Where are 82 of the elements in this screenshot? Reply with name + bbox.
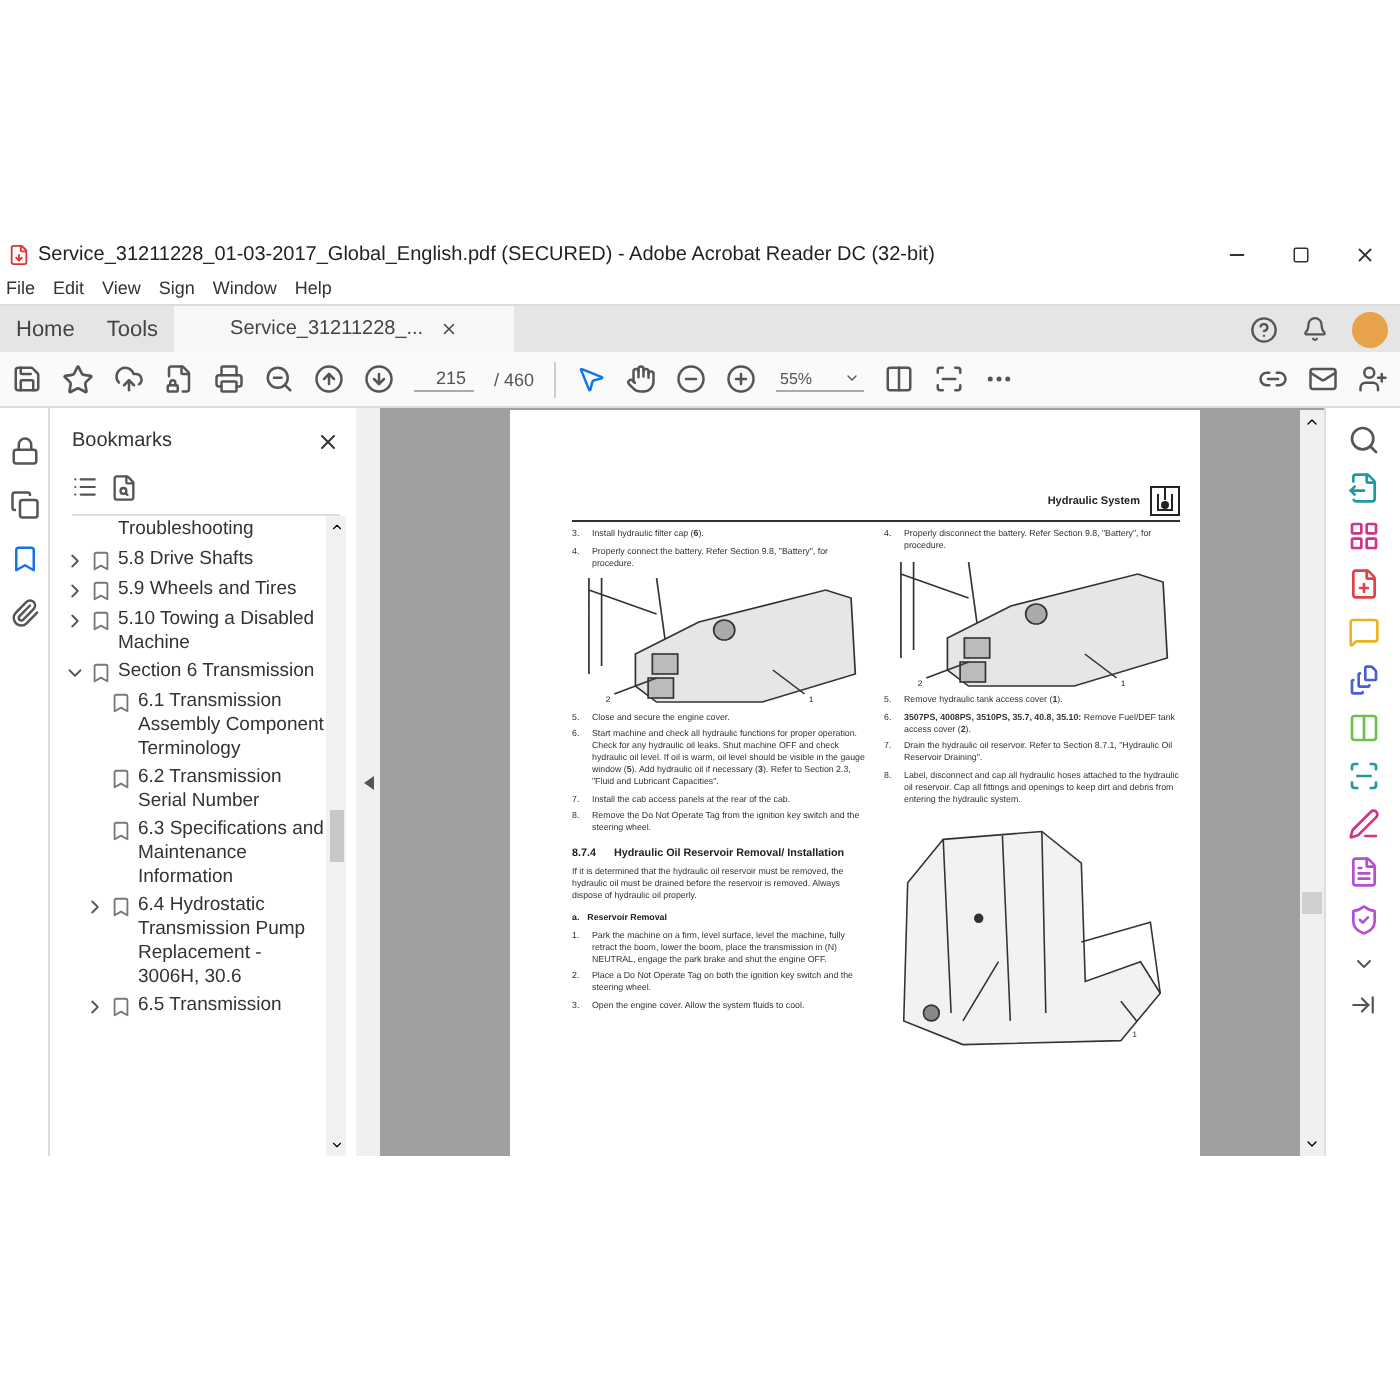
collapse-panel-icon[interactable] — [363, 775, 373, 789]
next-page-icon[interactable] — [364, 364, 394, 394]
page-layout-icon[interactable] — [884, 364, 915, 394]
menu-item[interactable]: Edit — [53, 278, 85, 298]
pages-icon[interactable] — [9, 490, 39, 520]
bookmark-item[interactable]: 6.5 Transmission — [138, 994, 326, 1018]
close-tab-icon[interactable] — [439, 320, 458, 338]
lock-icon[interactable] — [9, 436, 39, 466]
bookmark-item[interactable]: Section 6 Transmission — [118, 660, 326, 684]
attachments-icon[interactable] — [9, 598, 39, 628]
scroll-up-icon[interactable] — [329, 520, 343, 534]
scroll-down-icon[interactable] — [1304, 1136, 1320, 1152]
scroll-up-icon[interactable] — [1304, 414, 1320, 430]
zoom-in-icon[interactable] — [726, 364, 757, 394]
sign-tool-icon[interactable] — [1347, 808, 1379, 840]
bookmark-icon — [90, 578, 114, 604]
hand-icon[interactable] — [626, 364, 657, 394]
scrollbar[interactable] — [1300, 410, 1324, 1156]
zoom-out-icon[interactable] — [264, 364, 294, 394]
scrollbar-thumb[interactable] — [1302, 892, 1322, 914]
page-count: / 460 — [494, 369, 535, 389]
panel-title: Bookmarks — [72, 430, 173, 452]
mail-icon[interactable] — [1308, 364, 1338, 394]
protect-tool-icon[interactable] — [1347, 904, 1379, 936]
previous-page-icon[interactable] — [314, 364, 344, 394]
create-tool-icon[interactable] — [1347, 568, 1379, 600]
maximize-icon[interactable] — [1291, 245, 1309, 263]
bookmark-item[interactable]: 6.2 Transmission Serial Number — [138, 766, 326, 814]
window-title: Service_31211228_01-03-2017_Global_English.pdf (SECURED) - Adobe Acrobat Reader DC (32-bit) — [38, 243, 937, 265]
pointer-icon[interactable] — [576, 364, 607, 394]
file-lock-icon[interactable] — [164, 364, 194, 394]
star-icon[interactable] — [62, 363, 94, 395]
bell-icon[interactable] — [1302, 316, 1328, 342]
find-bookmark-icon[interactable] — [110, 473, 138, 501]
bookmark-icon — [90, 660, 114, 686]
bookmark-icon — [90, 608, 114, 634]
menu-item[interactable]: Window — [212, 278, 277, 298]
cloud-upload-icon[interactable] — [114, 364, 144, 394]
options-list-icon[interactable] — [72, 474, 98, 500]
pdf-file-icon — [8, 243, 30, 265]
close-icon[interactable] — [1353, 243, 1375, 265]
scroll-down-icon[interactable] — [329, 1138, 343, 1152]
menu-item[interactable]: Sign — [158, 278, 195, 298]
form-tool-icon[interactable] — [1347, 856, 1379, 888]
zoom-out-icon[interactable] — [676, 364, 707, 394]
bookmark-icon — [110, 894, 134, 920]
organize-tool-icon[interactable] — [1347, 520, 1379, 552]
bookmark-item[interactable]: 6.4 Hydrostatic Transmission Pump Replacement - 3006H, 30.6 — [138, 894, 326, 990]
bookmark-item[interactable]: 6.3 Specifications and Maintenance Information — [138, 818, 326, 890]
bookmark-item[interactable]: 5.8 Drive Shafts — [118, 548, 326, 572]
scan-tool-icon[interactable] — [1347, 760, 1379, 792]
menu-item[interactable]: File — [6, 278, 36, 298]
tab[interactable]: Tools — [90, 306, 175, 352]
bookmark-item[interactable]: 5.9 Wheels and Tires — [118, 578, 326, 602]
dropdown-caret-icon[interactable] — [844, 370, 861, 386]
search-tool-icon[interactable] — [1347, 424, 1379, 456]
menu-item[interactable]: Help — [294, 278, 332, 298]
collapse-tools-icon[interactable] — [1350, 992, 1376, 1018]
bookmark-item[interactable]: Troubleshooting — [118, 518, 326, 542]
scrollbar-thumb[interactable] — [329, 810, 343, 862]
zoom-field[interactable]: 55% — [776, 367, 865, 391]
scrollbar[interactable] — [326, 516, 346, 1156]
help-icon[interactable] — [1250, 315, 1278, 343]
menu-item[interactable]: View — [102, 278, 141, 298]
bookmark-item[interactable]: 6.1 Transmission Assembly Component Terminology — [138, 690, 326, 762]
hydraulic-cylinder-icon — [1150, 486, 1180, 516]
bookmark-icon — [110, 690, 134, 716]
page-number-field[interactable]: 215 — [414, 366, 474, 392]
add-user-icon[interactable] — [1358, 364, 1388, 394]
save-icon[interactable] — [12, 364, 42, 394]
bookmark-icon — [110, 766, 134, 792]
bookmark-item[interactable]: 5.10 Towing a Disabled Machine — [118, 608, 326, 656]
tab[interactable]: Service_31211228_... — [174, 306, 515, 352]
combine-tool-icon[interactable] — [1347, 664, 1379, 696]
bookmark-icon — [90, 548, 114, 574]
close-icon[interactable] — [316, 429, 340, 453]
print-icon[interactable] — [214, 364, 244, 394]
export-tool-icon[interactable] — [1347, 472, 1379, 504]
tab[interactable]: Home — [0, 306, 91, 352]
bookmarks-icon[interactable] — [9, 544, 39, 574]
bookmark-icon — [110, 818, 134, 844]
bookmark-icon — [110, 994, 134, 1020]
